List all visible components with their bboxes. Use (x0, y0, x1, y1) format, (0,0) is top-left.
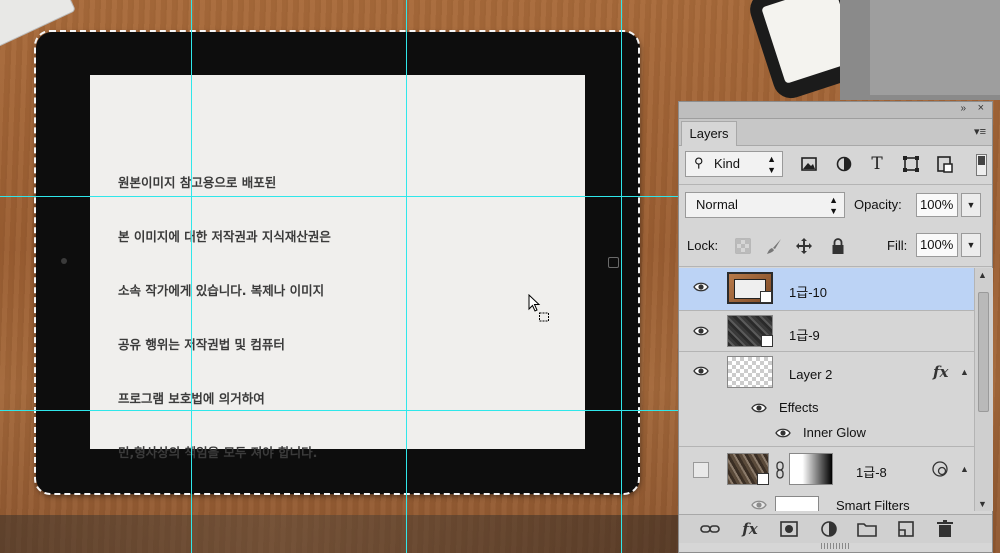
spinner-arrows-icon: ▲ ▼ (767, 154, 776, 175)
eye-icon[interactable] (693, 281, 709, 293)
opacity-dropdown-icon[interactable]: ▼ (961, 193, 981, 217)
guide-vertical[interactable] (406, 0, 407, 553)
notice-line: 프로그램 보호법에 의거하여 (118, 391, 265, 406)
type-filter-icon[interactable]: T (867, 154, 887, 174)
adjustment-filter-icon[interactable] (834, 154, 854, 174)
effect-row[interactable]: Inner Glow (679, 420, 974, 447)
gray-background-area (840, 0, 1000, 100)
new-layer-icon[interactable] (895, 519, 917, 539)
guide-vertical[interactable] (621, 0, 622, 553)
smart-object-badge-icon (757, 473, 769, 485)
eye-icon[interactable] (751, 499, 767, 511)
notice-line: 원본이미지 참고용으로 배포된 (118, 175, 277, 190)
layer-thumbnail (727, 272, 773, 304)
lock-transparent-pixels-icon[interactable] (734, 237, 752, 255)
smart-object-badge-icon (761, 335, 773, 347)
layer-mask-icon[interactable] (778, 519, 800, 539)
guide-horizontal[interactable] (0, 196, 680, 197)
link-layers-icon[interactable] (699, 519, 721, 539)
group-folder-icon[interactable] (856, 519, 878, 539)
chain-link-icon[interactable] (775, 461, 785, 479)
tablet-home-button (608, 257, 619, 268)
layer-row[interactable]: 1급-9 (679, 311, 974, 352)
notice-line: 민,형사상의 책임을 모두 져야 합니다. (118, 445, 318, 460)
effects-row[interactable]: Effects (679, 395, 974, 420)
collapse-icon[interactable]: » (960, 103, 966, 114)
desk-shadow (0, 515, 680, 553)
fill-dropdown-icon[interactable]: ▼ (961, 233, 981, 257)
eye-icon[interactable] (775, 427, 791, 439)
eye-icon[interactable] (751, 402, 767, 414)
eye-icon[interactable] (693, 365, 709, 377)
spinner-arrows-icon: ▲ ▼ (829, 195, 838, 216)
image-filter-icon[interactable] (799, 154, 819, 174)
smart-filters-row[interactable]: Smart Filters (679, 492, 974, 511)
layer-thumbnail (727, 356, 773, 388)
layer-thumbnail (727, 315, 773, 347)
panel-resize-grip[interactable] (821, 543, 851, 549)
marquee-cursor-icon (528, 294, 549, 322)
fill-label: Fill: (887, 238, 908, 253)
scroll-up-arrow-icon[interactable]: ▲ (978, 270, 987, 280)
layer-name[interactable]: 1급-9 (789, 325, 820, 344)
layer-thumbnail (727, 453, 769, 485)
filter-kind-label: Kind (714, 156, 741, 171)
inner-glow-label[interactable]: Inner Glow (803, 425, 866, 440)
layer-mask-thumbnail[interactable] (789, 453, 833, 485)
scroll-down-arrow-icon[interactable]: ▼ (978, 499, 987, 509)
guide-horizontal[interactable] (0, 410, 680, 411)
panel-title-bar[interactable]: » × (679, 102, 992, 119)
trash-icon[interactable] (934, 519, 956, 539)
filter-toggle-switch[interactable] (976, 154, 987, 176)
notice-line: 공유 행위는 저작권법 및 컴퓨터 (118, 337, 285, 352)
filter-kind-select[interactable]: ⚲ Kind ▲ ▼ (685, 151, 783, 177)
notice-line: 소속 작가에게 있습니다. 복제나 이미지 (118, 283, 325, 298)
shape-filter-icon[interactable] (901, 154, 921, 174)
layer-row[interactable]: 1급-8 ▲ (679, 447, 974, 492)
visibility-toggle[interactable] (693, 462, 709, 478)
guide-vertical[interactable] (191, 0, 192, 553)
eye-icon[interactable] (693, 325, 709, 337)
blend-mode-value: Normal (696, 197, 738, 212)
opacity-label: Opacity: (854, 197, 902, 212)
notice-line: 본 이미지에 대한 저작권과 지식재산권은 (118, 229, 331, 244)
smart-object-badge-icon (760, 291, 772, 303)
tab-layers[interactable]: Layers (681, 121, 737, 146)
copyright-notice: 원본이미지 참고용으로 배포된 본 이미지에 대한 저작권과 지식재산권은 소속… (118, 138, 331, 498)
lock-label: Lock: (687, 238, 719, 253)
smart-filters-label[interactable]: Smart Filters (836, 498, 910, 511)
layer-name[interactable]: 1급-10 (789, 282, 827, 301)
adjustment-layer-icon[interactable] (818, 519, 840, 539)
fx-icon[interactable]: fx (739, 519, 761, 539)
smart-filter-icon[interactable] (931, 460, 949, 478)
close-icon[interactable]: × (978, 102, 984, 114)
lock-position-icon[interactable] (795, 237, 813, 255)
layer-row[interactable]: Layer 2 fx ▲ (679, 352, 974, 395)
expand-effects-arrow-icon[interactable]: ▲ (960, 367, 969, 377)
expand-filters-arrow-icon[interactable]: ▲ (960, 464, 969, 474)
blend-mode-select[interactable]: Normal ▲ ▼ (685, 192, 845, 218)
layer-list-scrollbar[interactable]: ▲ ▼ (974, 268, 993, 511)
layer-name[interactable]: Layer 2 (789, 367, 832, 382)
search-icon: ⚲ (694, 155, 704, 170)
layer-row[interactable]: 1급-10 (679, 268, 974, 311)
panel-menu-icon[interactable]: ▾≡ (974, 125, 986, 138)
layer-name[interactable]: 1급-8 (856, 462, 887, 481)
lock-image-pixels-icon[interactable] (765, 237, 783, 255)
scroll-thumb[interactable] (978, 292, 989, 412)
tablet-camera (61, 258, 67, 264)
effects-label[interactable]: Effects (779, 400, 819, 415)
smart-filter-mask-thumbnail[interactable] (775, 496, 819, 511)
fx-badge-icon[interactable]: fx (933, 363, 948, 381)
opacity-field[interactable]: 100% (916, 193, 958, 217)
panel-bottom-toolbar: fx (679, 514, 992, 543)
lock-all-icon[interactable] (829, 237, 847, 255)
layer-list[interactable]: 1급-10 1급-9 Layer 2 fx ▲ Effects Inner Gl… (679, 268, 974, 511)
smart-object-filter-icon[interactable] (935, 154, 955, 174)
layers-panel[interactable]: » × Layers ▾≡ ⚲ Kind ▲ ▼ T Normal ▲ ▼ Opac… (678, 101, 993, 553)
panel-tab-row: Layers ▾≡ (679, 119, 992, 146)
fill-field[interactable]: 100% (916, 233, 958, 257)
